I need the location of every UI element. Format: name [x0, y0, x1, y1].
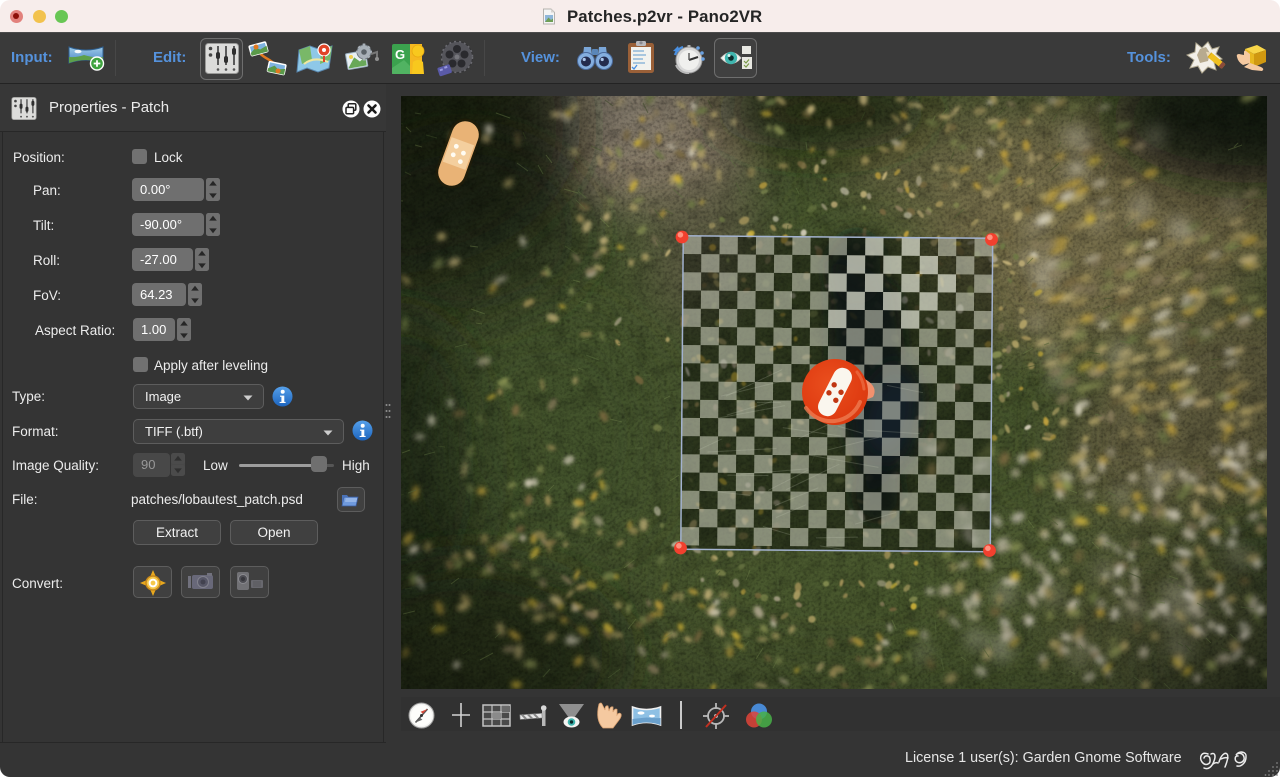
svg-text:G: G	[395, 47, 405, 62]
